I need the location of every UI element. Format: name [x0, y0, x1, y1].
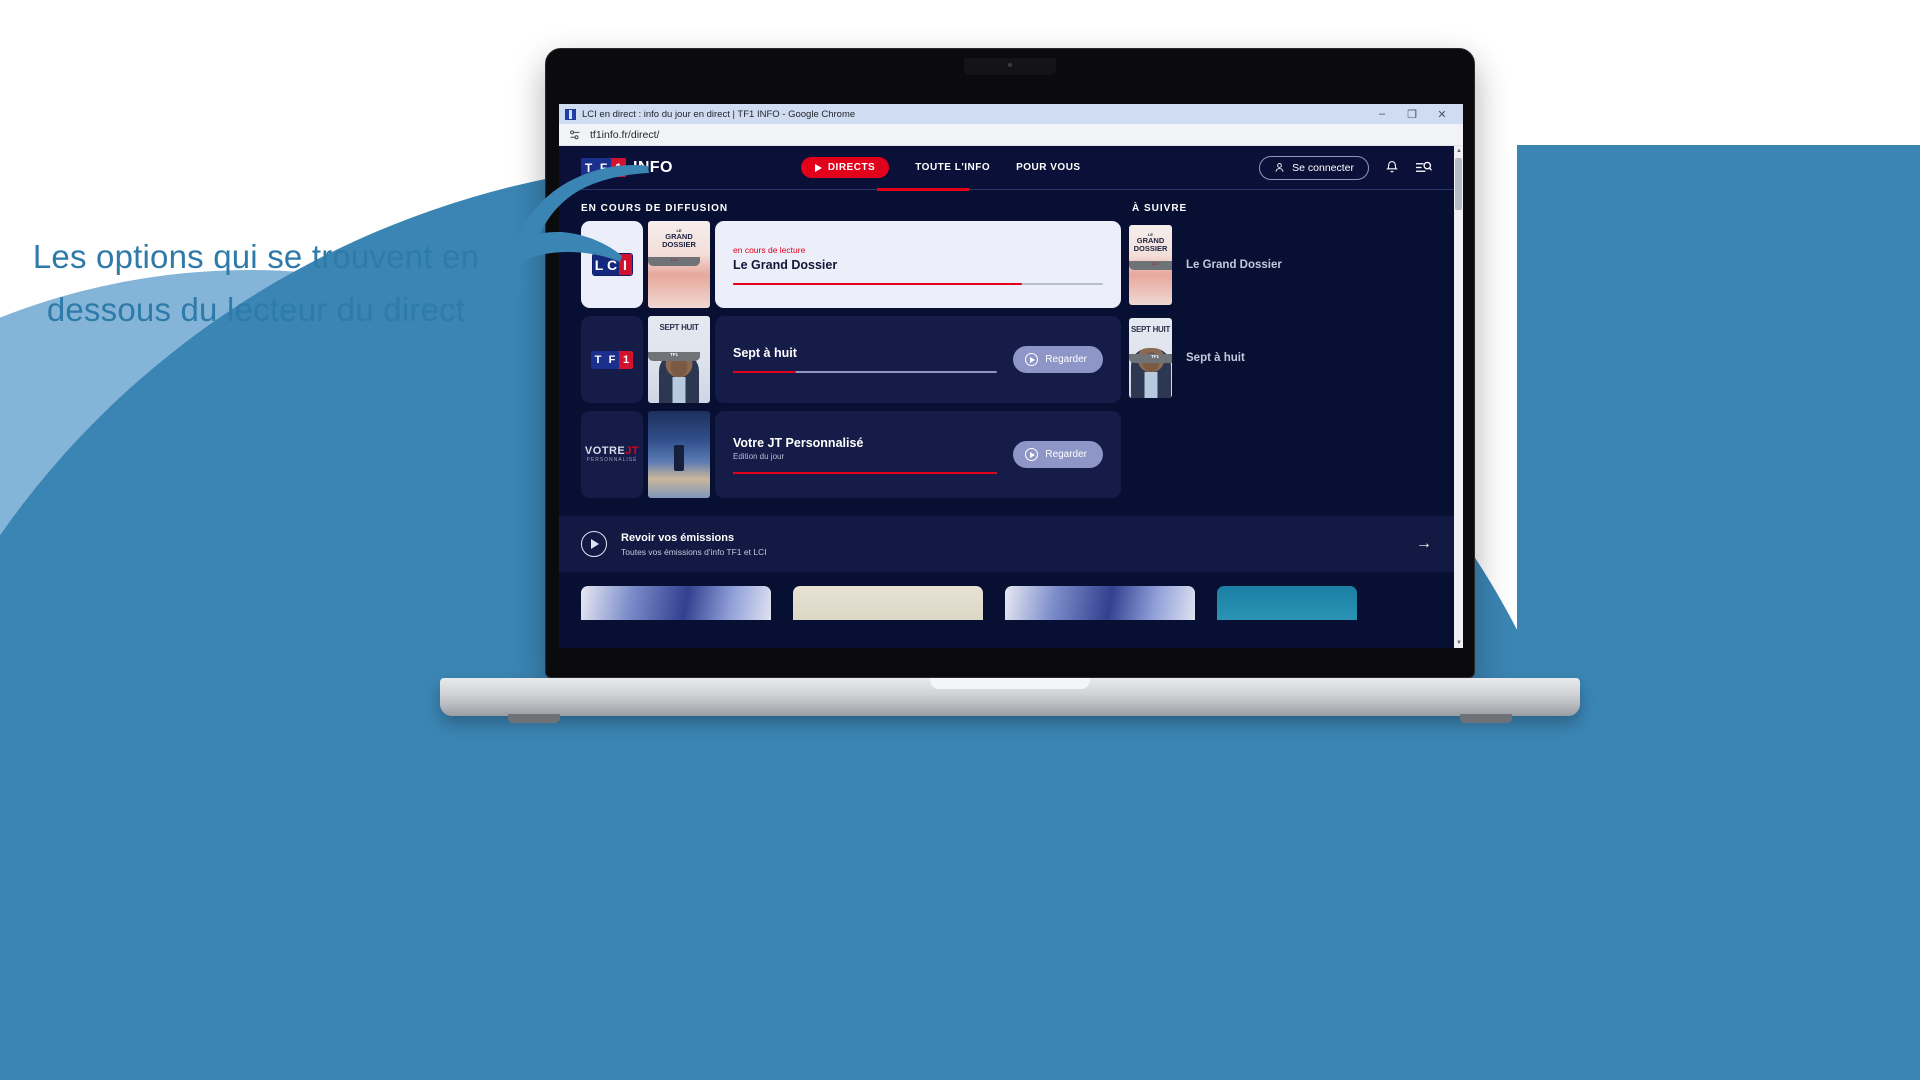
votre-jt-thumb[interactable]	[648, 411, 710, 498]
window-title: LCI en direct : info du jour en direct |…	[582, 108, 856, 120]
slide-canvas: Les options qui se trouvent en dessous d…	[0, 0, 1920, 1080]
scroll-down-icon[interactable]: ▼	[1456, 640, 1462, 646]
scroll-up-icon[interactable]: ▲	[1456, 148, 1462, 154]
live-row-body[interactable]: en cours de lecture Le Grand Dossier	[715, 221, 1121, 308]
maximize-button[interactable]: ❐	[1397, 104, 1427, 124]
laptop-lid: LCI en direct : info du jour en direct |…	[545, 48, 1475, 678]
chrome-address-bar[interactable]: tf1info.fr/direct/	[559, 124, 1463, 146]
laptop-base-notch	[930, 678, 1090, 689]
le-grand-dossier-thumb[interactable]: LE GRAND DOSSIER LCI	[648, 221, 710, 308]
nav-actions: Se connecter	[1259, 155, 1432, 180]
section-headers: EN COURS DE DIFFUSION À SUIVRE	[559, 190, 1454, 221]
replay-subtitle: Toutes vos émissions d'info TF1 et LCI	[621, 546, 767, 557]
le-grand-dossier-thumb: LE GRAND DOSSIER LCI	[1129, 224, 1172, 305]
live-row-votre-jt[interactable]: VOTREJT PERSONNALISÉ Votre JT Personnali…	[581, 411, 1121, 498]
replay-carousel	[559, 572, 1454, 620]
curved-arrow-down-left-icon	[470, 160, 650, 310]
laptop-foot-right	[1460, 714, 1512, 723]
minimize-button[interactable]: –	[1367, 104, 1397, 124]
progress-bar[interactable]	[733, 371, 998, 373]
replay-title: Revoir vos émissions	[621, 531, 735, 544]
live-rows-list: LCI LE GRAND DOSSIER LCI en cours de lec…	[581, 221, 1121, 498]
votre-jt-personnalise-logo: VOTREJT PERSONNALISÉ	[581, 411, 643, 498]
live-row-title: Le Grand Dossier	[733, 257, 838, 272]
upcoming-item-label: Sept à huit	[1186, 351, 1245, 364]
tf1-info-site: ▲ ▼ T F 1	[559, 146, 1463, 648]
webcam-icon	[1008, 63, 1012, 67]
site-navbar: T F 1 INFO DIRECTS	[559, 146, 1454, 191]
upcoming-item-label: Le Grand Dossier	[1186, 258, 1282, 271]
progress-fill	[733, 371, 797, 373]
progress-bar[interactable]	[733, 282, 1103, 285]
play-icon	[1025, 448, 1039, 461]
tf1-logo-mark: TF1	[591, 350, 633, 369]
carousel-card[interactable]	[793, 586, 983, 620]
section-title-upcoming: À SUIVRE	[1132, 203, 1188, 214]
upcoming-list: LE GRAND DOSSIER LCI Le Grand Dossier SEPT…	[1129, 221, 1432, 498]
laptop-mockup: LCI en direct : info du jour en direct |…	[440, 48, 1580, 723]
upcoming-item-le-grand-dossier[interactable]: LE GRAND DOSSIER LCI Le Grand Dossier	[1129, 221, 1432, 308]
nav-tab-pour-vous[interactable]: POUR VOUS	[1016, 162, 1081, 173]
tf1-info-favicon	[565, 108, 576, 120]
carousel-card[interactable]	[1217, 586, 1357, 620]
live-row-eyebrow: en cours de lecture	[733, 244, 806, 255]
progress-bar[interactable]	[733, 471, 998, 474]
watch-button-label: Regarder	[1045, 449, 1087, 460]
active-tab-underline	[877, 188, 969, 191]
chrome-titlebar: LCI en direct : info du jour en direct |…	[559, 104, 1463, 124]
nav-tab-directs-label: DIRECTS	[827, 162, 876, 173]
live-row-body[interactable]: Votre JT Personnalisé Edition du jour Re…	[715, 411, 1121, 498]
watch-button[interactable]: Regarder	[1013, 346, 1103, 373]
search-with-lines-icon[interactable]	[1415, 160, 1432, 175]
nav-tab-toute-linfo[interactable]: TOUTE L'INFO	[915, 162, 990, 173]
page-scrollbar[interactable]: ▲ ▼	[1454, 146, 1463, 648]
sept-a-huit-thumb: SEPT HUIT TF1	[1129, 317, 1172, 398]
slide-caption: Les options qui se trouvent en dessous d…	[32, 238, 480, 329]
laptop-base	[440, 678, 1580, 723]
play-icon	[1025, 353, 1039, 366]
tf1-channel-logo: TF1	[581, 316, 643, 403]
window-controls: – ❐ ✕	[1367, 104, 1457, 124]
carousel-card[interactable]	[581, 586, 771, 620]
user-icon	[1275, 163, 1284, 172]
primary-nav: DIRECTS TOUTE L'INFO POUR VOUS	[800, 157, 1081, 178]
live-row-body[interactable]: Sept à huit Regarder	[715, 316, 1121, 403]
login-button-label: Se connecter	[1292, 161, 1354, 174]
play-icon	[814, 163, 822, 172]
live-row-sept-a-huit[interactable]: TF1 SEPT HUIT TF1 Sept à huit Regarder	[581, 316, 1121, 403]
carousel-card[interactable]	[1005, 586, 1195, 620]
login-button[interactable]: Se connecter	[1259, 155, 1369, 180]
bell-icon[interactable]	[1385, 160, 1399, 175]
replay-banner[interactable]: Revoir vos émissions Toutes vos émission…	[559, 516, 1454, 572]
watch-button[interactable]: Regarder	[1013, 441, 1103, 468]
laptop-foot-left	[508, 714, 560, 723]
progress-fill	[733, 282, 1022, 285]
live-row-title: Votre JT Personnalisé	[733, 435, 864, 450]
live-row-le-grand-dossier[interactable]: LCI LE GRAND DOSSIER LCI en cours de lec…	[581, 221, 1121, 308]
scrollbar-thumb[interactable]	[1455, 158, 1462, 210]
sept-a-huit-thumb[interactable]: SEPT HUIT TF1	[648, 316, 710, 403]
upcoming-item-sept-a-huit[interactable]: SEPT HUIT TF1 Sept à huit	[1129, 314, 1432, 401]
arrow-right-icon[interactable]: →	[1416, 535, 1432, 553]
watch-button-label: Regarder	[1045, 354, 1087, 365]
live-row-title: Sept à huit	[733, 346, 797, 360]
live-row-subtitle: Edition du jour	[733, 451, 785, 461]
site-settings-icon	[570, 129, 580, 139]
nav-tab-directs[interactable]: DIRECTS	[800, 157, 890, 178]
url-text: tf1info.fr/direct/	[590, 128, 660, 141]
close-button[interactable]: ✕	[1427, 104, 1457, 124]
live-area: LCI LE GRAND DOSSIER LCI en cours de lec…	[559, 221, 1454, 498]
play-circle-icon	[581, 531, 607, 557]
progress-fill	[733, 471, 998, 474]
laptop-screen: LCI en direct : info du jour en direct |…	[559, 104, 1463, 648]
